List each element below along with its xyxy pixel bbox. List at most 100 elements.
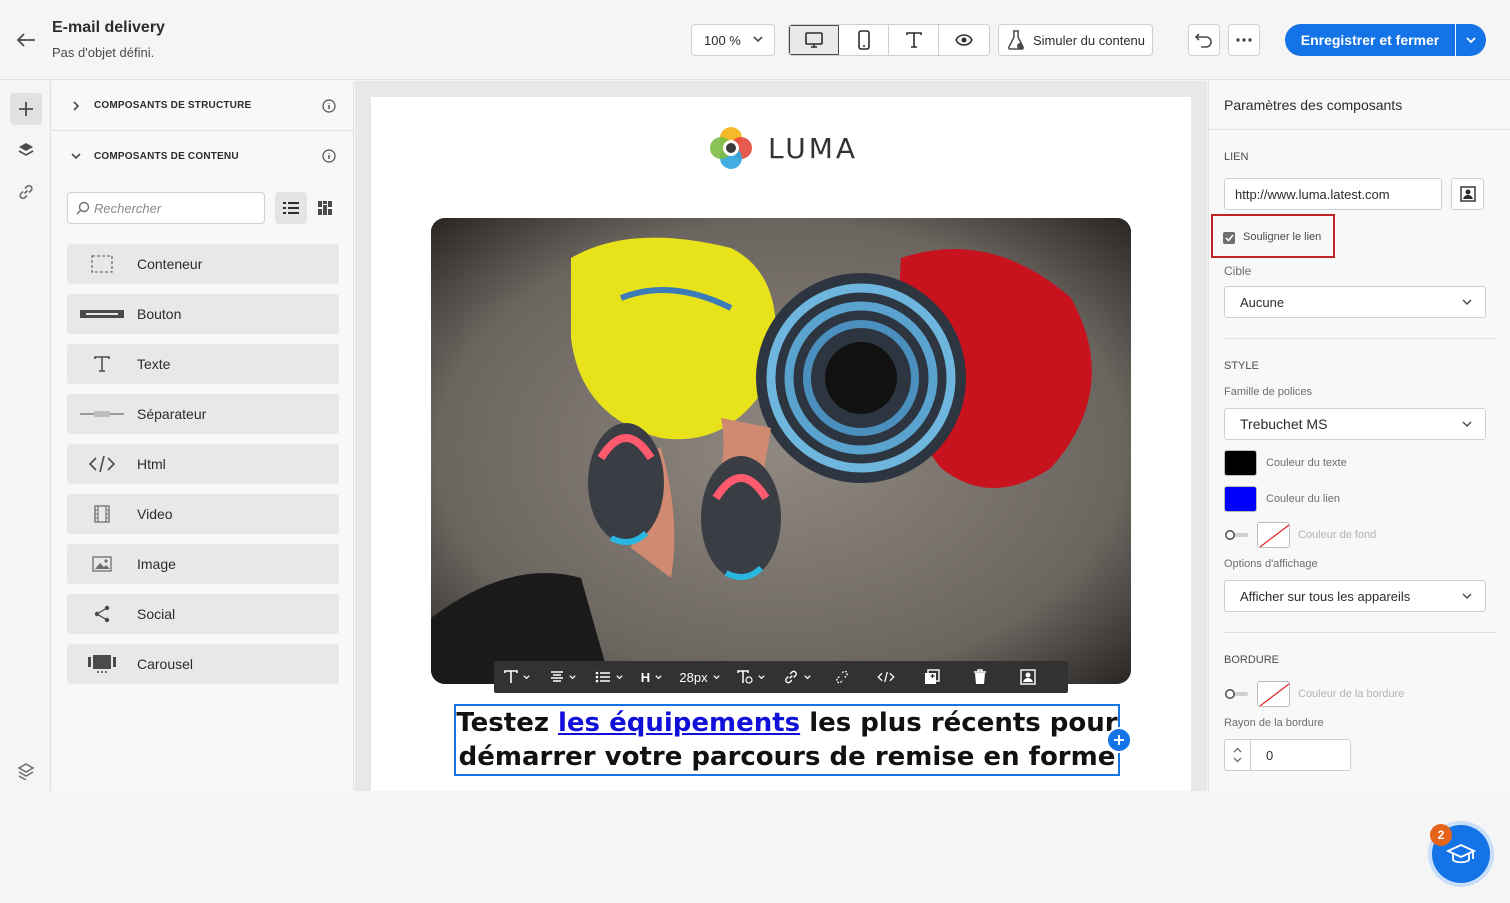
desktop-icon (805, 32, 823, 48)
preview-button[interactable] (939, 25, 989, 55)
component-label: Social (137, 606, 176, 622)
settings-panel-button[interactable] (10, 755, 42, 787)
text-color-swatch[interactable] (1224, 450, 1257, 476)
text-view-button[interactable] (889, 25, 939, 55)
target-value: Aucune (1240, 294, 1285, 310)
image-icon (67, 556, 137, 572)
selected-text-block[interactable]: Testez les équipements les plus récents … (454, 704, 1120, 776)
email-body: LUMA H 28px Testez les équipements les p… (371, 97, 1191, 791)
personalize-button[interactable] (1004, 661, 1052, 693)
desktop-view-button[interactable] (789, 25, 839, 55)
text-format-toolbar: H 28px (494, 661, 1068, 693)
underline-link-checkbox[interactable] (1223, 232, 1235, 244)
links-button[interactable] (10, 176, 42, 208)
display-options-select[interactable]: Afficher sur tous les appareils (1224, 580, 1486, 612)
font-family-select[interactable]: Trebuchet MS (1224, 408, 1486, 440)
link-icon (19, 184, 33, 200)
divider (1224, 338, 1496, 339)
component-html[interactable]: Html (67, 444, 339, 484)
zoom-select[interactable]: 100 % (691, 24, 775, 56)
link-color-swatch[interactable] (1224, 486, 1257, 512)
content-section-label: COMPOSANTS DE CONTENU (94, 150, 239, 162)
luma-logo[interactable]: LUMA (708, 125, 858, 171)
chevron-down-icon[interactable] (1233, 757, 1242, 763)
delete-button[interactable] (956, 661, 1004, 693)
component-carousel[interactable]: Carousel (67, 644, 339, 684)
target-select[interactable]: Aucune (1224, 286, 1486, 318)
component-button[interactable]: Bouton (67, 294, 339, 334)
stepper-arrows[interactable] (1225, 740, 1251, 770)
align-dropdown[interactable] (540, 661, 586, 693)
more-actions-button[interactable] (1228, 24, 1260, 56)
no-color-icon (1259, 683, 1289, 706)
divider-icon (67, 410, 137, 418)
list-dropdown[interactable] (586, 661, 632, 693)
heading-icon: H (640, 669, 651, 685)
link-personalize-button[interactable] (1451, 178, 1484, 210)
align-center-icon (550, 671, 563, 682)
simulate-content-button[interactable]: Simuler du contenu (998, 24, 1153, 56)
border-radius-stepper[interactable]: 0 (1224, 739, 1351, 771)
add-block-button[interactable] (1106, 727, 1132, 753)
link-dropdown[interactable] (774, 661, 820, 693)
save-and-close-button[interactable]: Enregistrer et fermer (1285, 24, 1455, 56)
unlink-button[interactable] (820, 661, 864, 693)
layers-button[interactable] (10, 134, 42, 166)
text-icon (503, 670, 518, 683)
component-video[interactable]: Video (67, 494, 339, 534)
component-label: Image (137, 556, 176, 572)
top-bar: E-mail delivery Pas d'objet défini. 100 … (0, 0, 1510, 80)
component-container[interactable]: Conteneur (67, 244, 339, 284)
component-label: Video (137, 506, 173, 522)
component-divider[interactable]: Séparateur (67, 394, 339, 434)
back-arrow-icon[interactable] (12, 26, 40, 54)
border-color-swatch[interactable] (1257, 681, 1290, 707)
font-size-dropdown[interactable]: 28px (672, 661, 728, 693)
page-title: E-mail delivery (52, 19, 165, 36)
code-icon (877, 671, 895, 683)
component-label: Conteneur (137, 256, 203, 272)
equipment-link[interactable]: les équipements (558, 708, 800, 738)
grid-icon (318, 201, 332, 215)
chevron-right-icon (73, 100, 80, 111)
heading-dropdown[interactable]: H (632, 661, 672, 693)
component-text[interactable]: Texte (67, 344, 339, 384)
bg-color-toggle[interactable] (1224, 529, 1248, 541)
hero-image[interactable] (431, 218, 1131, 684)
component-label: Html (137, 456, 166, 472)
link-url-input[interactable]: http://www.luma.latest.com (1224, 178, 1442, 210)
chevron-down-icon (1462, 593, 1472, 600)
border-radius-label: Rayon de la bordure (1224, 717, 1324, 729)
zoom-value: 100 % (704, 32, 741, 48)
save-options-dropdown[interactable] (1456, 24, 1486, 56)
mobile-view-button[interactable] (839, 25, 889, 55)
info-icon[interactable] (322, 149, 336, 163)
clear-format-dropdown[interactable] (728, 661, 774, 693)
components-search-input[interactable]: Rechercher (67, 192, 265, 224)
component-image[interactable]: Image (67, 544, 339, 584)
bg-color-swatch[interactable] (1257, 522, 1290, 548)
luma-logo-icon (710, 127, 752, 169)
link-color-label: Couleur du lien (1266, 493, 1340, 505)
chevron-down-icon (757, 674, 765, 679)
component-social[interactable]: Social (67, 594, 339, 634)
info-icon[interactable] (322, 99, 336, 113)
chevron-up-icon[interactable] (1233, 747, 1242, 753)
bg-color-label: Couleur de fond (1298, 529, 1377, 541)
list-view-button[interactable] (275, 192, 307, 224)
list-icon (283, 202, 299, 214)
structure-components-section[interactable]: COMPOSANTS DE STRUCTURE (52, 81, 354, 131)
flask-icon (1008, 30, 1024, 50)
source-code-button[interactable] (864, 661, 908, 693)
personalize-icon (1459, 186, 1476, 202)
style-heading: STYLE (1224, 360, 1259, 372)
grid-view-button[interactable] (309, 192, 341, 224)
border-color-toggle[interactable] (1224, 688, 1248, 700)
text-icon (67, 355, 137, 373)
content-components-section[interactable]: COMPOSANTS DE CONTENU (52, 131, 354, 181)
undo-button[interactable] (1188, 24, 1220, 56)
duplicate-button[interactable] (908, 661, 956, 693)
components-panel: COMPOSANTS DE STRUCTURE COMPOSANTS DE CO… (52, 81, 354, 791)
text-style-dropdown[interactable] (494, 661, 540, 693)
add-components-button[interactable] (10, 93, 42, 125)
